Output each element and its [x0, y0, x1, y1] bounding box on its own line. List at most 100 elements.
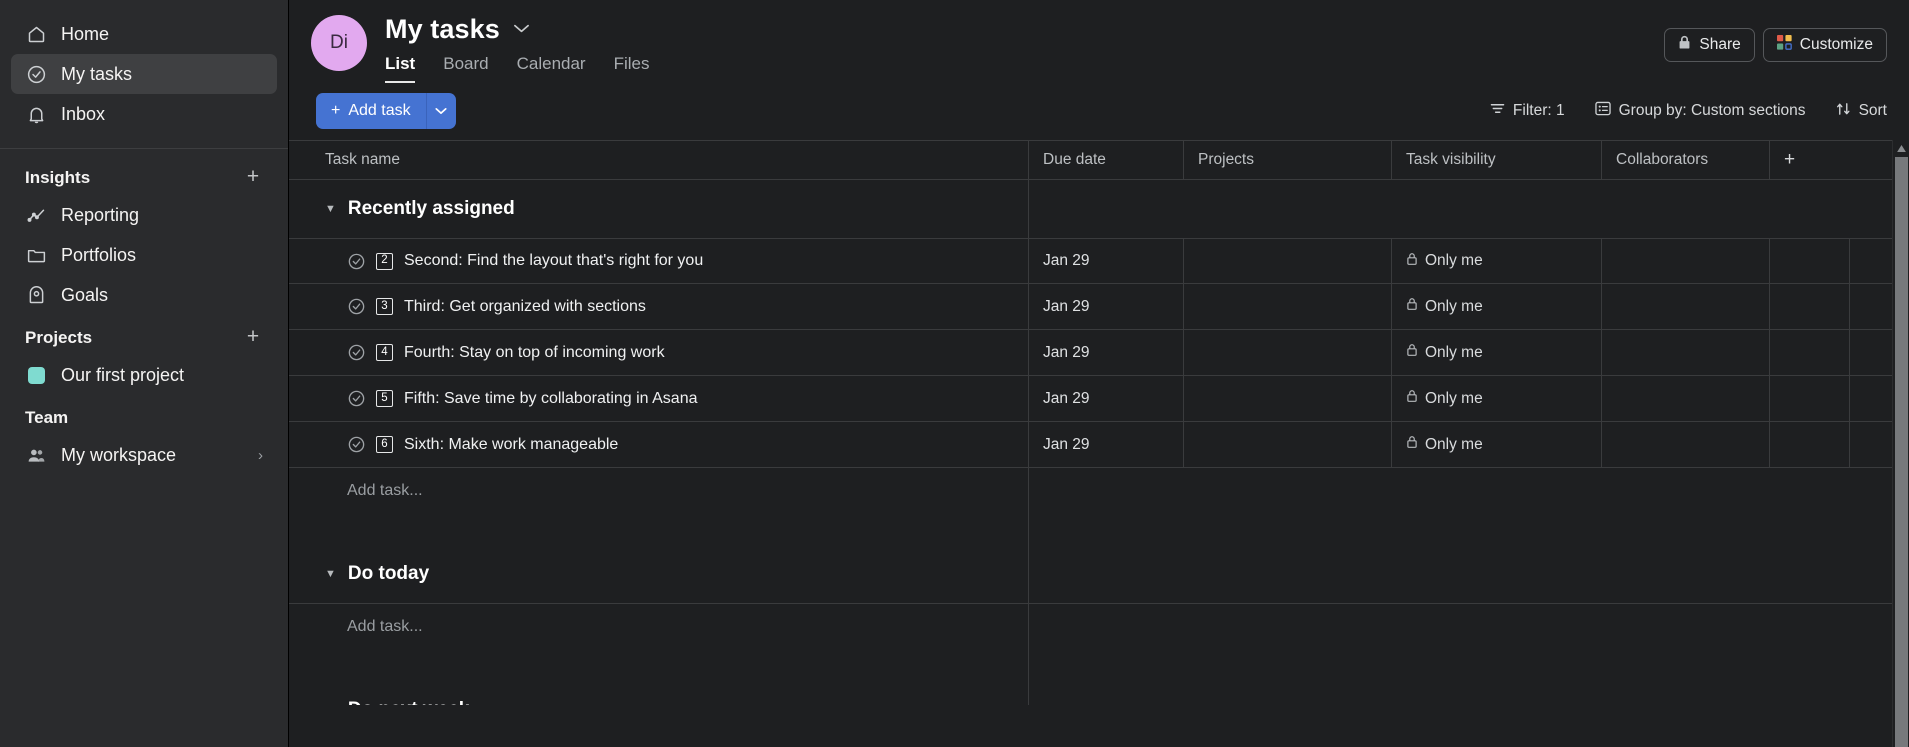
- sidebar-item-inbox[interactable]: Inbox: [11, 94, 277, 134]
- collaborators-cell[interactable]: [1602, 376, 1770, 421]
- task-table-area: Task name Due date Projects Task visibil…: [289, 140, 1909, 747]
- projects-cell[interactable]: [1184, 422, 1392, 467]
- chevron-right-icon[interactable]: ›: [258, 447, 263, 464]
- column-header-task-name[interactable]: Task name: [289, 141, 1029, 179]
- tab-list[interactable]: List: [385, 54, 416, 83]
- projects-cell[interactable]: [1184, 284, 1392, 329]
- tab-board[interactable]: Board: [443, 54, 488, 83]
- task-name-cell[interactable]: 6 Sixth: Make work manageable: [289, 422, 1029, 467]
- complete-task-icon[interactable]: [347, 252, 366, 271]
- sidebar-item-portfolios[interactable]: Portfolios: [11, 235, 277, 275]
- task-visibility-cell[interactable]: Only me: [1392, 284, 1602, 329]
- row-extra-cell: [1770, 284, 1850, 329]
- projects-cell[interactable]: [1184, 376, 1392, 421]
- column-header-collaborators[interactable]: Collaborators: [1602, 141, 1770, 179]
- task-name-cell[interactable]: 5 Fifth: Save time by collaborating in A…: [289, 376, 1029, 421]
- add-task-placeholder[interactable]: Add task...: [289, 604, 1029, 650]
- task-number-badge: 4: [376, 344, 393, 361]
- page-header: Di My tasks List Board Calendar Files Sh…: [289, 0, 1909, 84]
- section-header-do-next-week[interactable]: ▼ Do next week: [289, 681, 1892, 705]
- add-task-row[interactable]: Add task...: [289, 468, 1892, 514]
- sidebar-insights-nav: Reporting Portfolios Goals: [0, 195, 288, 315]
- visibility-label: Only me: [1425, 343, 1483, 361]
- projects-cell[interactable]: [1184, 239, 1392, 283]
- title-block: My tasks List Board Calendar Files: [385, 12, 650, 83]
- section-collapse-caret-icon[interactable]: ▼: [325, 568, 336, 580]
- task-visibility-cell[interactable]: Only me: [1392, 239, 1602, 283]
- home-icon: [25, 23, 47, 45]
- table-row[interactable]: 3 Third: Get organized with sections Jan…: [289, 284, 1892, 330]
- due-date-cell[interactable]: Jan 29: [1029, 239, 1184, 283]
- add-task-button[interactable]: + Add task: [316, 93, 426, 129]
- add-insight-button[interactable]: +: [243, 166, 263, 188]
- row-extra-cell: [1770, 330, 1850, 375]
- section-collapse-caret-icon[interactable]: ▼: [325, 704, 336, 705]
- due-date-cell[interactable]: Jan 29: [1029, 330, 1184, 375]
- table-row[interactable]: 2 Second: Find the layout that's right f…: [289, 238, 1892, 284]
- section-collapse-caret-icon[interactable]: ▼: [325, 203, 336, 215]
- sidebar-item-our-first-project[interactable]: Our first project: [11, 355, 277, 395]
- sidebar-projects-nav: Our first project: [0, 355, 288, 395]
- scroll-up-arrow-icon[interactable]: [1893, 140, 1909, 157]
- add-column-button[interactable]: +: [1770, 141, 1850, 179]
- due-date-cell[interactable]: Jan 29: [1029, 422, 1184, 467]
- due-date-cell[interactable]: Jan 29: [1029, 284, 1184, 329]
- sidebar-insights-title: Insights: [25, 168, 91, 187]
- add-project-button[interactable]: +: [243, 326, 263, 348]
- task-visibility-cell[interactable]: Only me: [1392, 376, 1602, 421]
- people-icon: [25, 444, 47, 466]
- sidebar-projects-title: Projects: [25, 328, 93, 347]
- column-header-due-date[interactable]: Due date: [1029, 141, 1184, 179]
- sidebar-item-goals[interactable]: Goals: [11, 275, 277, 315]
- tab-calendar[interactable]: Calendar: [517, 54, 586, 83]
- sort-button[interactable]: Sort: [1836, 102, 1887, 121]
- filter-icon: [1490, 102, 1505, 120]
- chevron-down-icon[interactable]: [513, 21, 530, 38]
- collaborators-cell[interactable]: [1602, 422, 1770, 467]
- sidebar-item-my-workspace[interactable]: My workspace ›: [11, 435, 277, 475]
- task-name-cell[interactable]: 4 Fourth: Stay on top of incoming work: [289, 330, 1029, 375]
- sidebar-item-reporting[interactable]: Reporting: [11, 195, 277, 235]
- sidebar-item-my-tasks[interactable]: My tasks: [11, 54, 277, 94]
- section-header-do-today[interactable]: ▼ Do today: [289, 545, 1892, 603]
- due-date-cell[interactable]: Jan 29: [1029, 376, 1184, 421]
- task-name-cell[interactable]: 3 Third: Get organized with sections: [289, 284, 1029, 329]
- task-name-cell[interactable]: 2 Second: Find the layout that's right f…: [289, 239, 1029, 283]
- table-header-row: Task name Due date Projects Task visibil…: [289, 140, 1892, 180]
- add-task-placeholder[interactable]: Add task...: [289, 468, 1029, 514]
- table-body: ▼ Recently assigned 2 Second: Find the l…: [289, 180, 1892, 705]
- section-header-recently-assigned[interactable]: ▼ Recently assigned: [289, 180, 1892, 238]
- share-button[interactable]: Share: [1664, 28, 1755, 62]
- task-visibility-cell[interactable]: Only me: [1392, 330, 1602, 375]
- title-row: My tasks: [385, 14, 650, 45]
- table-row[interactable]: 4 Fourth: Stay on top of incoming work J…: [289, 330, 1892, 376]
- projects-cell[interactable]: [1184, 330, 1392, 375]
- task-visibility-cell[interactable]: Only me: [1392, 422, 1602, 467]
- add-task-dropdown-button[interactable]: [425, 93, 456, 129]
- goal-icon: [25, 284, 47, 306]
- complete-task-icon[interactable]: [347, 343, 366, 362]
- table-row[interactable]: 6 Sixth: Make work manageable Jan 29 Onl…: [289, 422, 1892, 468]
- tab-files[interactable]: Files: [614, 54, 650, 83]
- column-header-task-visibility[interactable]: Task visibility: [1392, 141, 1602, 179]
- row-extra-cell: [1770, 239, 1850, 283]
- filter-button[interactable]: Filter: 1: [1490, 102, 1565, 120]
- scrollbar-thumb[interactable]: [1894, 157, 1908, 747]
- sidebar-team-title: Team: [25, 408, 69, 427]
- complete-task-icon[interactable]: [347, 297, 366, 316]
- group-by-button[interactable]: Group by: Custom sections: [1594, 101, 1806, 121]
- table-row[interactable]: 5 Fifth: Save time by collaborating in A…: [289, 376, 1892, 422]
- column-header-projects[interactable]: Projects: [1184, 141, 1392, 179]
- vertical-scrollbar[interactable]: [1892, 140, 1909, 747]
- collaborators-cell[interactable]: [1602, 239, 1770, 283]
- customize-button[interactable]: Customize: [1762, 28, 1887, 62]
- complete-task-icon[interactable]: [347, 389, 366, 408]
- collaborators-cell[interactable]: [1602, 284, 1770, 329]
- collaborators-cell[interactable]: [1602, 330, 1770, 375]
- header-actions: Share Customize: [1664, 28, 1887, 62]
- sidebar-item-home[interactable]: Home: [11, 14, 277, 54]
- avatar[interactable]: Di: [311, 15, 367, 71]
- add-task-row[interactable]: Add task...: [289, 604, 1892, 650]
- lock-icon: [1406, 435, 1418, 454]
- complete-task-icon[interactable]: [347, 435, 366, 454]
